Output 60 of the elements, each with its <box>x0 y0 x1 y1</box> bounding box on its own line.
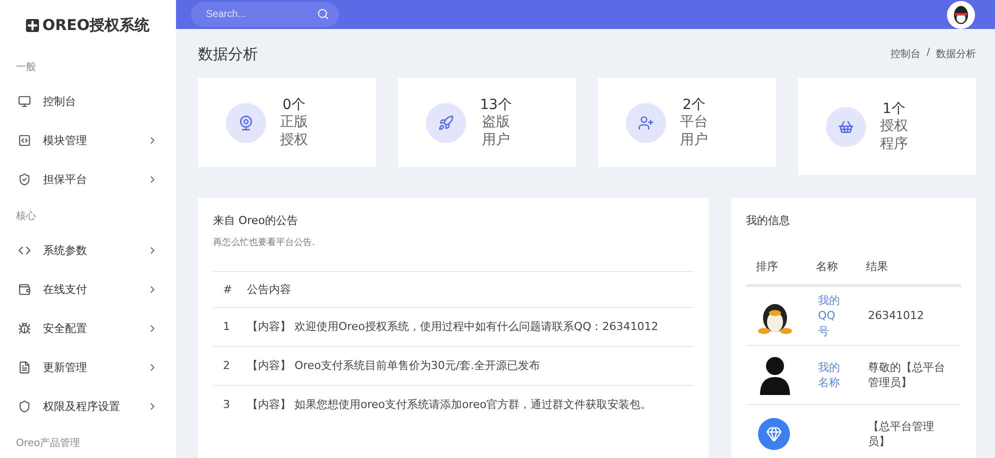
stat-label: 正版授权 <box>280 114 308 149</box>
panel-title: 来自 Oreo的公告 <box>213 213 299 228</box>
menu-icon <box>18 400 31 413</box>
menu-icon <box>18 173 31 186</box>
search-icon <box>317 8 329 20</box>
sidebar-item[interactable]: 权限及程序设置 <box>0 387 176 426</box>
sidebar-item[interactable]: 在线支付 <box>0 270 176 309</box>
table-cell-text: 【内容】 如果您想使用oreo支付系统请添加oreo官方群，通过群文件获取安装包。 <box>247 397 653 413</box>
stat-label: 盗版用户 <box>482 114 510 149</box>
panel-subtitle: 再怎么忙也要看平台公告. <box>213 236 316 249</box>
column-header: 排序 <box>756 259 779 275</box>
table-cell-text: 1 <box>223 319 231 335</box>
table-cell-text: 【内容】 欢迎使用Oreo授权系统，使用过程中如有什么问题请联系QQ：26341012 <box>247 319 660 335</box>
stat-label: 平台用户 <box>680 114 708 149</box>
sidebar-item[interactable]: 模块管理 <box>0 121 176 160</box>
sidebar-item[interactable]: 系统参数 <box>0 231 176 270</box>
stat-count: 13个 <box>480 96 512 114</box>
breadcrumb-separator: / <box>926 47 930 60</box>
table-cell-text: 26341012 <box>868 308 925 324</box>
menu-icon <box>18 361 31 374</box>
info-link[interactable]: 我的QQ号 <box>818 292 846 340</box>
breadcrumb-link[interactable]: 控制台 <box>890 47 921 61</box>
section-title: 核心 <box>15 210 37 224</box>
table-cell-text: 【内容】 Oreo支付系统目前单售价为30元/套.全开源已发布 <box>247 358 542 374</box>
menu-icon <box>18 283 31 296</box>
stat-count: 1个 <box>882 100 906 118</box>
search-field[interactable]: Search... <box>191 2 339 27</box>
user-avatar-icon[interactable] <box>947 0 975 28</box>
person-silhouette-icon <box>758 355 792 395</box>
menu-icon <box>18 244 31 257</box>
sidebar-item[interactable]: 控制台 <box>0 82 176 121</box>
panel-title: 我的信息 <box>746 213 791 228</box>
diamond-avatar-icon <box>758 418 790 450</box>
column-header: 名称 <box>816 259 839 275</box>
sidebar-item[interactable]: 更新管理 <box>0 348 176 387</box>
table-cell-text: 3 <box>223 397 231 413</box>
table-cell-text: 2 <box>223 358 231 374</box>
stat-label: 授权程序 <box>880 118 908 153</box>
table-cell-text: 【总平台管理员】 <box>868 418 935 450</box>
stat-icon <box>626 102 666 142</box>
sidebar-item[interactable]: 担保平台 <box>0 160 176 199</box>
table-cell: 尊敬的【总平台管理员】 <box>868 360 945 390</box>
stat-icon <box>826 106 866 146</box>
brand-name: OREO授权系统 <box>42 16 150 34</box>
column-header: # <box>223 282 234 298</box>
menu-icon <box>18 95 31 108</box>
menu-icon <box>18 134 31 147</box>
section-title: 一般 <box>15 61 37 75</box>
section-title: Oreo产品管理 <box>15 436 82 451</box>
column-header: 公告内容 <box>247 282 292 298</box>
stat-icon <box>426 102 466 142</box>
menu-icon <box>18 322 31 335</box>
info-link[interactable]: 我的名称 <box>818 360 846 390</box>
column-header: 结果 <box>866 259 889 275</box>
sidebar-item[interactable]: 安全配置 <box>0 309 176 348</box>
plus-icon <box>26 18 40 32</box>
page-title: 数据分析 <box>198 44 258 64</box>
stat-icon <box>226 102 266 142</box>
stat-count: 2个 <box>682 96 706 114</box>
stat-count: 0个 <box>282 96 306 114</box>
